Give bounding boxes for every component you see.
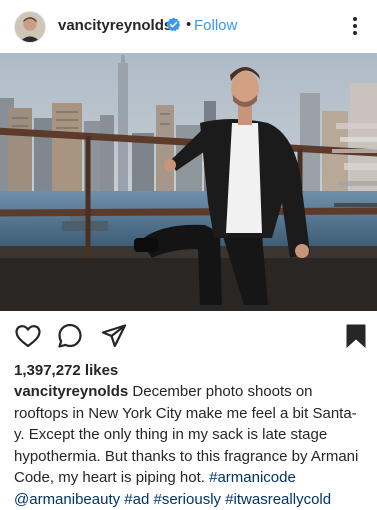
avatar[interactable] xyxy=(14,11,46,43)
mention-link[interactable]: @armanibeauty xyxy=(14,491,120,508)
comment-bubble-icon[interactable] xyxy=(56,322,84,350)
post-caption: vancityreynolds December photo shoots on… xyxy=(14,381,366,510)
hashtag-link[interactable]: #armanicode xyxy=(209,469,296,486)
paper-plane-icon[interactable] xyxy=(100,322,128,350)
heart-icon[interactable] xyxy=(14,322,42,350)
rooftop-photo-image xyxy=(0,53,377,311)
likes-count[interactable]: 1,397,272 likes xyxy=(14,362,118,379)
post-header: vancityreynolds • Follow xyxy=(0,0,377,52)
post-photo[interactable] xyxy=(0,53,377,311)
verified-badge-icon xyxy=(166,17,181,32)
hashtag-link[interactable]: #ad xyxy=(124,491,149,508)
username-link[interactable]: vancityreynolds xyxy=(58,17,172,34)
more-options-icon[interactable] xyxy=(348,14,362,38)
follow-separator: • xyxy=(186,16,192,33)
caption-username[interactable]: vancityreynolds xyxy=(14,383,128,400)
follow-button[interactable]: Follow xyxy=(194,17,237,34)
avatar-image xyxy=(15,12,45,42)
hashtag-link[interactable]: #itwasreallycold xyxy=(225,491,331,508)
hashtag-link[interactable]: #seriously xyxy=(154,491,222,508)
bookmark-icon[interactable] xyxy=(342,322,370,350)
post-actions xyxy=(0,312,377,356)
